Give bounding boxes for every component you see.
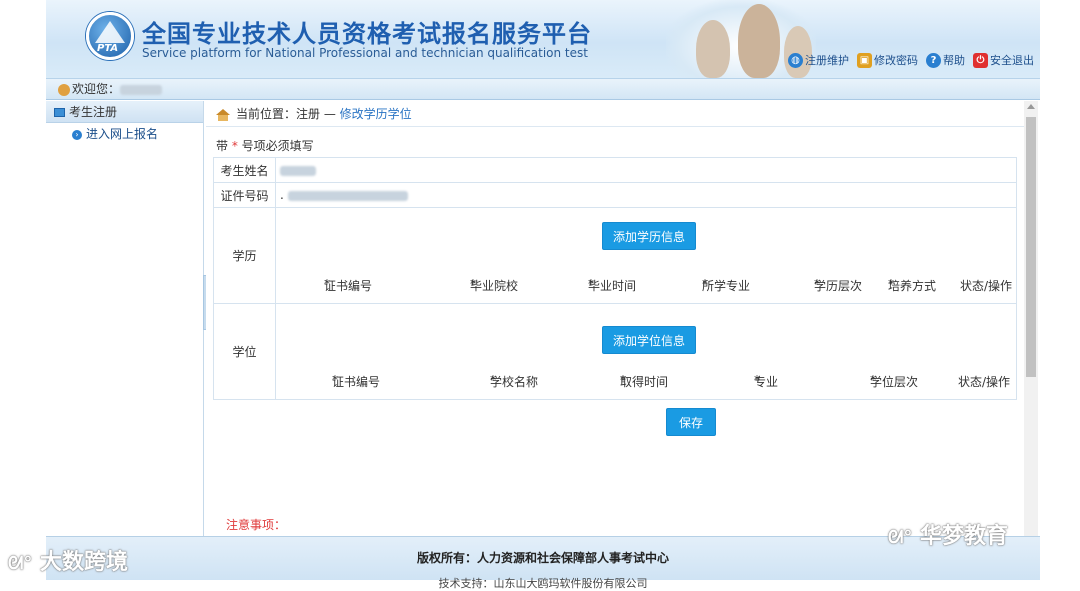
wechat-icon: ᘛ° — [8, 553, 33, 574]
name-redacted — [280, 165, 316, 176]
site-title: 全国专业技术人员资格考试报名服务平台 — [142, 20, 592, 48]
link-logout[interactable]: ⏻ 安全退出 — [973, 52, 1034, 68]
arrow-circle-icon: › — [72, 129, 82, 140]
logo-text: PTA — [97, 43, 119, 54]
save-button[interactable]: 保存 — [666, 408, 717, 436]
table-row: 证件号码 . — [213, 182, 1017, 208]
link-label: 修改密码 — [874, 54, 918, 67]
education-cell: 添加学历信息 * 证书编号 * 毕业院校 * 毕业时间 * 所学专业 * 学历层… — [275, 207, 1017, 304]
top-links: ◍ 注册维护 ▣ 修改密码 ? 帮助 ⏻ 安全退出 — [788, 52, 1034, 68]
vertical-scrollbar[interactable] — [1024, 101, 1038, 536]
watermark-left-text: 大数跨境 — [40, 550, 129, 575]
table-row: 学历 添加学历信息 * 证书编号 * 毕业院校 * 毕业时间 * 所学专业 * … — [213, 207, 1017, 304]
globe-icon: ◍ — [788, 52, 803, 68]
watermark-left: ᘛ° 大数跨境 — [8, 544, 128, 576]
wechat-icon: ᘛ° — [888, 527, 913, 548]
education-columns: * 证书编号 * 毕业院校 * 毕业时间 * 所学专业 * 学历层次 * 培养方… — [324, 277, 1013, 293]
degree-cell: 添加学位信息 * 证书编号 * 学校名称 * 取得时间 * 专业 * 学位层次 … — [275, 303, 1017, 400]
copyright-text: 版权所有：人力资源和社会保障部人事考试中心 — [416, 551, 669, 565]
sidebar-item-online-registration[interactable]: › 进入网上报名 — [46, 123, 203, 145]
pta-logo: PTA — [86, 12, 134, 60]
id-label: 证件号码 — [213, 182, 276, 208]
id-redacted — [287, 190, 408, 201]
scroll-thumb[interactable] — [1026, 117, 1036, 377]
user-icon — [58, 83, 70, 96]
note-after: 号项必须填写 — [241, 139, 314, 153]
home-icon — [216, 108, 230, 121]
link-change-password[interactable]: ▣ 修改密码 — [857, 52, 918, 68]
degree-columns: * 证书编号 * 学校名称 * 取得时间 * 专业 * 学位层次 状态/操作 — [332, 373, 1011, 389]
support-text: 技术支持：山东山大鸥玛软件股份有限公司 — [438, 577, 648, 590]
link-register-maintain[interactable]: ◍ 注册维护 — [788, 52, 849, 68]
watermark-right: ᘛ° 华梦教育 — [888, 518, 1008, 550]
main-content: 当前位置：注册 — 修改学历学位 带 * 号项必须填写 考生姓名 证件号码 . … — [206, 101, 1024, 536]
sidebar-item-label: 进入网上报名 — [86, 127, 159, 141]
degree-label: 学位 — [213, 303, 276, 400]
site-header: PTA 全国专业技术人员资格考试报名服务平台 Service platform … — [46, 0, 1040, 78]
help-icon: ? — [926, 52, 941, 68]
required-star: * — [231, 139, 238, 153]
sidebar: 考生注册 › 进入网上报名 — [46, 101, 204, 536]
name-label: 考生姓名 — [213, 157, 276, 183]
link-label: 安全退出 — [990, 54, 1034, 67]
edit-education-form: 考生姓名 证件号码 . 学历 添加学历信息 * 证书编号 * 毕业院校 * 毕业… — [213, 157, 1017, 400]
link-label: 帮助 — [943, 54, 965, 67]
monitor-icon — [54, 108, 65, 117]
id-value: . — [275, 182, 1017, 208]
power-icon: ⏻ — [973, 52, 988, 68]
note-before: 带 — [216, 139, 229, 153]
link-label: 注册维护 — [805, 54, 849, 67]
add-degree-button[interactable]: 添加学位信息 — [602, 326, 697, 354]
welcome-label: 欢迎您： — [72, 82, 121, 96]
breadcrumb-current[interactable]: 修改学历学位 — [340, 107, 412, 121]
education-label: 学历 — [213, 207, 276, 304]
breadcrumb-prefix: 当前位置：注册 — — [236, 107, 340, 121]
notice-heading: 注意事项： — [226, 518, 287, 532]
id-prefix: . — [280, 188, 284, 202]
col-status: 状态/操作 — [960, 279, 1013, 293]
breadcrumb: 当前位置：注册 — 修改学历学位 — [206, 101, 1024, 127]
table-row: 学位 添加学位信息 * 证书编号 * 学校名称 * 取得时间 * 专业 * 学位… — [213, 303, 1017, 400]
required-note: 带 * 号项必须填写 — [216, 137, 314, 154]
table-row: 考生姓名 — [213, 157, 1017, 183]
scroll-up-icon[interactable] — [1027, 104, 1035, 109]
app-frame: PTA 全国专业技术人员资格考试报名服务平台 Service platform … — [46, 0, 1040, 590]
welcome-bar: 欢迎您： — [46, 78, 1040, 100]
site-subtitle: Service platform for National Profession… — [142, 46, 588, 60]
watermark-right-text: 华梦教育 — [920, 524, 1009, 549]
username-redacted — [120, 84, 163, 95]
add-education-button[interactable]: 添加学历信息 — [602, 222, 697, 250]
link-help[interactable]: ? 帮助 — [926, 52, 965, 68]
sidebar-header[interactable]: 考生注册 — [46, 101, 203, 123]
lock-icon: ▣ — [857, 52, 872, 68]
sidebar-header-label: 考生注册 — [69, 105, 118, 119]
name-value — [275, 157, 1017, 183]
col-status: 状态/操作 — [958, 375, 1011, 389]
